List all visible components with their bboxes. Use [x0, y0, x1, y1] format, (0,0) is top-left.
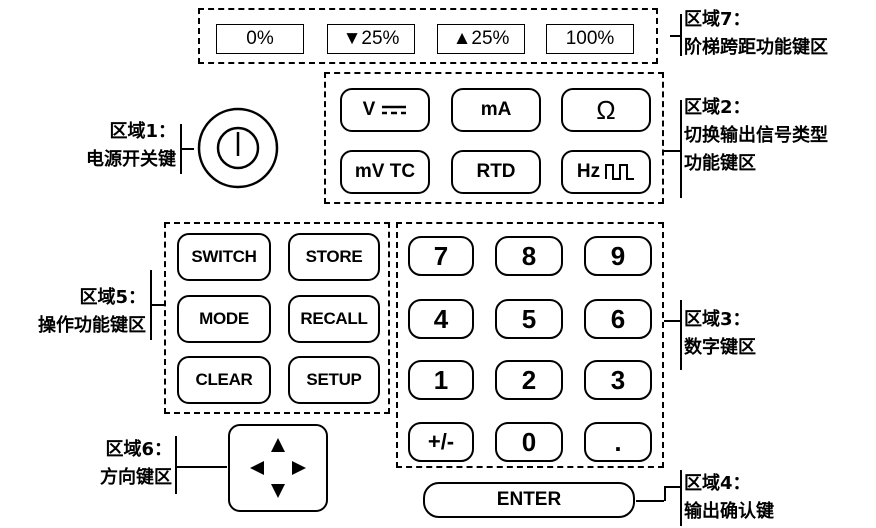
zone4-leader-diag-h: [664, 486, 680, 488]
key-3[interactable]: 3: [584, 360, 652, 400]
zone1-leader-h: [180, 148, 194, 150]
direction-pad: [228, 424, 328, 512]
enter-button[interactable]: ENTER: [423, 482, 635, 518]
zone6-desc: 方向键区: [100, 467, 172, 488]
key-decimal[interactable]: .: [584, 422, 652, 462]
power-icon: [197, 107, 279, 189]
key-7[interactable]: 7: [408, 236, 474, 276]
hz-button[interactable]: Hz: [561, 150, 651, 194]
step-up-25-button[interactable]: ▲25%: [437, 24, 525, 54]
ma-button[interactable]: mA: [451, 88, 541, 132]
zone4-label: 区域4： 输出确认键: [684, 470, 774, 526]
mv-tc-button[interactable]: mV TC: [340, 150, 430, 194]
key-4[interactable]: 4: [408, 299, 474, 339]
recall-button[interactable]: RECALL: [288, 295, 380, 343]
key-8[interactable]: 8: [495, 236, 563, 276]
arrow-right-icon[interactable]: [292, 461, 306, 475]
zone5-label: 区域5： 操作功能键区: [2, 284, 146, 340]
zone5-desc: 操作功能键区: [38, 315, 146, 336]
zone6-title: 区域6：: [105, 439, 172, 460]
rtd-button[interactable]: RTD: [451, 150, 541, 194]
zone1-desc: 电源开关键: [86, 149, 176, 170]
store-button[interactable]: STORE: [288, 233, 380, 281]
key-2[interactable]: 2: [495, 360, 563, 400]
zone4-leader-h: [636, 500, 664, 502]
zone2-desc-2: 功能键区: [684, 153, 756, 174]
clear-button[interactable]: CLEAR: [177, 356, 271, 404]
key-0[interactable]: 0: [495, 422, 563, 462]
square-wave-icon: [605, 163, 635, 181]
arrow-down-icon[interactable]: [271, 484, 285, 498]
switch-button[interactable]: SWITCH: [177, 233, 271, 281]
step-0-button[interactable]: 0%: [216, 24, 304, 54]
zone3-leader-h: [664, 320, 681, 322]
zone2-leader-h: [664, 150, 681, 152]
hz-label: Hz: [576, 161, 601, 182]
ohm-button[interactable]: Ω: [561, 88, 651, 132]
zone3-title: 区域3：: [684, 309, 751, 330]
zone3-leader-v: [680, 300, 682, 370]
key-plus-minus[interactable]: +/-: [408, 422, 474, 462]
zone1-label: 区域1： 电源开关键: [66, 118, 176, 174]
power-button[interactable]: [196, 106, 280, 190]
setup-button[interactable]: SETUP: [288, 356, 380, 404]
zone7-label: 区域7： 阶梯跨距功能键区: [684, 6, 828, 62]
zone3-desc: 数字键区: [684, 337, 756, 358]
voltage-button[interactable]: V: [340, 88, 430, 132]
zone2-title: 区域2：: [684, 97, 751, 118]
zone6-leader-h: [175, 466, 227, 468]
zone3-label: 区域3： 数字键区: [684, 306, 756, 362]
zone4-leader-diag-v: [664, 486, 666, 501]
step-down-25-button[interactable]: ▼25%: [327, 24, 415, 54]
step-100-button[interactable]: 100%: [546, 24, 634, 54]
zone7-title: 区域7：: [684, 9, 751, 30]
zone5-title: 区域5：: [79, 287, 146, 308]
zone7-leader-h: [670, 35, 681, 37]
arrow-left-icon[interactable]: [250, 461, 264, 475]
zone1-title: 区域1：: [109, 121, 176, 142]
zone2-label: 区域2： 切换输出信号类型 功能键区: [684, 94, 828, 178]
arrow-up-icon[interactable]: [271, 438, 285, 452]
zone6-leader-v: [175, 436, 177, 494]
zone6-label: 区域6： 方向键区: [60, 436, 172, 492]
key-5[interactable]: 5: [495, 299, 563, 339]
voltage-label: V: [362, 99, 376, 120]
zone4-title: 区域4：: [684, 473, 751, 494]
key-6[interactable]: 6: [584, 299, 652, 339]
key-1[interactable]: 1: [408, 360, 474, 400]
zone7-desc: 阶梯跨距功能键区: [684, 37, 828, 58]
zone5-leader-h: [150, 304, 164, 306]
key-9[interactable]: 9: [584, 236, 652, 276]
mode-button[interactable]: MODE: [177, 295, 271, 343]
dc-icon: [381, 103, 407, 117]
zone4-desc: 输出确认键: [684, 501, 774, 522]
zone4-leader-v: [680, 470, 682, 526]
zone2-desc-1: 切换输出信号类型: [684, 125, 828, 146]
zone2-leader-v: [680, 100, 682, 198]
